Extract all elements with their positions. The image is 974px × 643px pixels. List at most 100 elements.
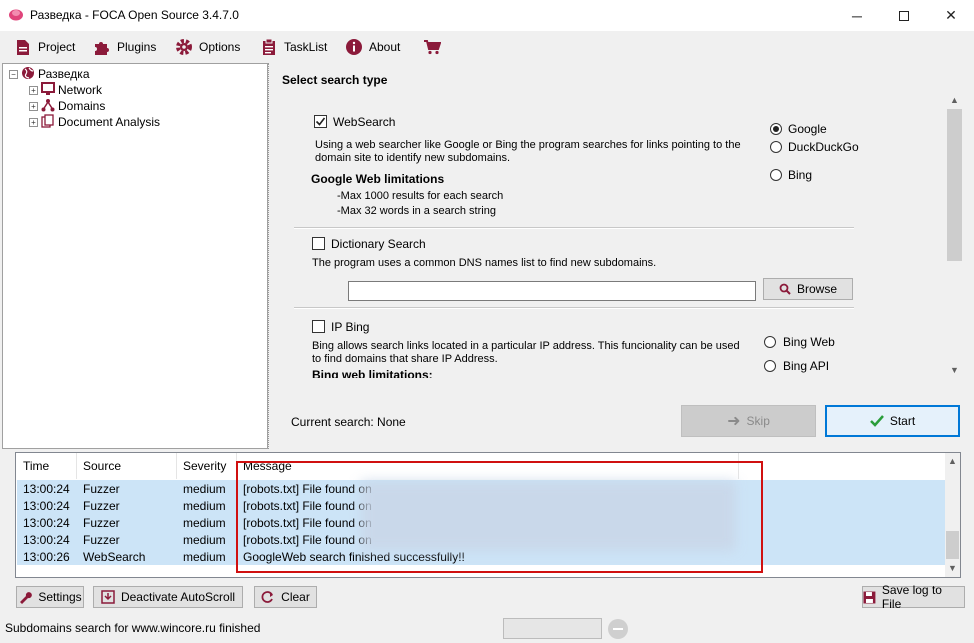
search-type-heading: Select search type [282, 73, 388, 87]
refresh-icon [261, 591, 274, 603]
wrench-icon [20, 592, 33, 604]
menu-plugins[interactable]: Plugins [93, 37, 156, 57]
tree-item-network[interactable]: + Network [29, 81, 160, 98]
bing-api-radio[interactable] [764, 360, 776, 372]
scroll-up-icon[interactable]: ▲ [948, 456, 957, 466]
bing-api-label[interactable]: Bing API [783, 359, 829, 373]
ipbing-checkbox[interactable] [312, 320, 325, 333]
engine-bing-radio[interactable] [770, 169, 782, 181]
scroll-up-icon[interactable]: ▲ [950, 95, 959, 105]
close-button[interactable]: ✕ [928, 0, 974, 31]
expand-icon[interactable]: + [29, 101, 38, 111]
dictionary-label[interactable]: Dictionary Search [331, 237, 426, 251]
clipboard-icon [260, 38, 278, 56]
tree-item-domains[interactable]: + Domains [29, 98, 160, 114]
tree-item-document-analysis[interactable]: + Document Analysis [29, 113, 160, 130]
title-bar: Разведка - FOCA Open Source 3.4.7.0 ─ ✕ [0, 0, 974, 31]
websearch-label[interactable]: WebSearch [333, 115, 395, 129]
maximize-button[interactable] [881, 0, 927, 31]
log-time: 13:00:24 [23, 499, 70, 513]
engine-bing-label[interactable]: Bing [788, 168, 812, 182]
section-divider [294, 307, 854, 309]
dictionary-checkbox[interactable] [312, 237, 325, 250]
project-tree[interactable]: − Разведка + Network + Domains + Documen… [2, 63, 268, 449]
gear-icon [175, 38, 193, 56]
log-time: 13:00:24 [23, 516, 70, 530]
save-log-label: Save log to File [881, 583, 942, 611]
scroll-down-icon[interactable]: ▼ [948, 563, 957, 573]
log-scrollbar[interactable]: ▲ ▼ [945, 453, 960, 577]
ipbing-description-line2: to find domains that share IP Address. [312, 353, 498, 365]
menu-project[interactable]: Project [14, 37, 75, 57]
ipbing-label[interactable]: IP Bing [331, 320, 369, 334]
collapse-icon[interactable]: − [9, 69, 18, 79]
menu-options[interactable]: Options [175, 37, 240, 57]
search-options-scrollbar[interactable]: ▲ ▼ [946, 91, 963, 381]
search-icon [779, 283, 791, 295]
start-label: Start [889, 414, 916, 428]
browse-button[interactable]: Browse [763, 278, 853, 300]
annotation-highlight-box [236, 461, 763, 573]
menu-about[interactable]: About [345, 37, 400, 57]
log-severity: medium [183, 499, 226, 513]
google-limit-2: -Max 32 words in a search string [337, 205, 496, 217]
sitemap-icon [41, 98, 55, 115]
expand-icon[interactable]: + [29, 117, 38, 127]
log-severity: medium [183, 482, 226, 496]
skip-button[interactable]: ➜ Skip [681, 405, 816, 437]
minimize-button[interactable]: ─ [834, 0, 880, 31]
deactivate-autoscroll-label: Deactivate AutoScroll [120, 590, 236, 604]
status-text: Subdomains search for www.wincore.ru fin… [5, 621, 261, 635]
settings-button[interactable]: Settings [16, 586, 84, 608]
col-header-severity[interactable]: Severity [177, 453, 237, 479]
menu-plugins-label: Plugins [117, 40, 157, 54]
websearch-checkbox[interactable] [314, 115, 327, 128]
floppy-disk-icon [863, 591, 876, 603]
progress-bar [503, 618, 602, 639]
ipbing-description-line1: Bing allows search links located in a pa… [312, 340, 740, 352]
engine-google-radio[interactable] [770, 123, 782, 135]
scroll-down-icon[interactable]: ▼ [950, 365, 959, 375]
col-header-time[interactable]: Time [17, 453, 77, 479]
tree-item-domains-label: Domains [58, 99, 106, 113]
save-log-button[interactable]: Save log to File [862, 583, 965, 611]
dictionary-path-input[interactable] [348, 281, 756, 301]
section-divider [294, 227, 854, 229]
browse-label: Browse [796, 282, 837, 296]
engine-duckduckgo-radio[interactable] [770, 141, 782, 153]
menu-project-label: Project [38, 40, 76, 54]
globe-icon [21, 66, 35, 83]
clear-label: Clear [281, 590, 310, 604]
engine-google-label[interactable]: Google [788, 122, 827, 136]
clear-button[interactable]: Clear [254, 586, 317, 608]
dictionary-description: The program uses a common DNS names list… [312, 257, 657, 269]
stop-icon[interactable] [608, 619, 628, 639]
log-severity: medium [183, 516, 226, 530]
tree-root[interactable]: − Разведка [9, 66, 160, 82]
maximize-icon [899, 10, 909, 21]
log-source: Fuzzer [83, 533, 120, 547]
menu-options-label: Options [199, 40, 241, 54]
bing-web-radio[interactable] [764, 336, 776, 348]
log-severity: medium [183, 550, 226, 564]
menu-cart[interactable] [423, 37, 441, 57]
engine-duckduckgo-label[interactable]: DuckDuckGo [788, 140, 859, 154]
col-header-source[interactable]: Source [77, 453, 177, 479]
log-severity: medium [183, 533, 226, 547]
current-search-status: Current search: None [291, 415, 406, 429]
tree-item-network-label: Network [58, 83, 103, 97]
window-title: Разведка - FOCA Open Source 3.4.7.0 [30, 8, 239, 22]
log-source: Fuzzer [83, 516, 120, 530]
arrow-right-icon: ➜ [727, 413, 741, 430]
expand-icon[interactable]: + [29, 85, 38, 95]
websearch-description-line2: domain site to identify new subdomains. [315, 152, 511, 164]
bing-web-label[interactable]: Bing Web [783, 335, 835, 349]
scrollbar-thumb[interactable] [946, 531, 959, 559]
bing-limitations-clip: Bing web limitations: [310, 368, 730, 378]
start-button[interactable]: Start [825, 405, 960, 437]
scrollbar-thumb[interactable] [947, 109, 962, 261]
menu-tasklist[interactable]: TaskList [260, 37, 327, 57]
log-source: WebSearch [83, 550, 146, 564]
log-source: Fuzzer [83, 482, 120, 496]
deactivate-autoscroll-button[interactable]: Deactivate AutoScroll [93, 586, 243, 608]
